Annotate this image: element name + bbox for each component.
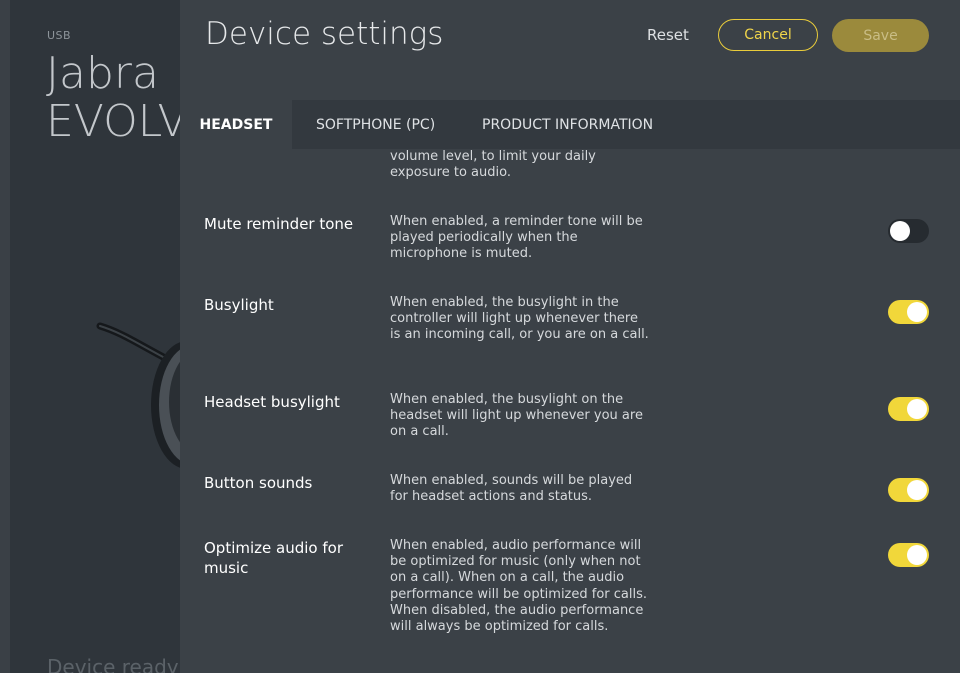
setting-description: When enabled, the busylight in the contr… <box>390 295 649 343</box>
save-button[interactable]: Save <box>832 19 929 52</box>
toggle-knob <box>907 399 927 419</box>
toggle-knob <box>907 302 927 322</box>
mute-reminder-tone-toggle[interactable] <box>888 219 929 243</box>
left-edge-strip <box>0 0 10 673</box>
settings-list[interactable]: volume level, to limit your daily exposu… <box>180 149 960 673</box>
setting-description: volume level, to limit your daily exposu… <box>390 149 596 181</box>
device-name-line-1: Jabra <box>46 48 159 99</box>
tab-softphone-pc[interactable]: SOFTPHONE (PC) <box>316 100 435 149</box>
device-settings-panel: Device settings Reset Cancel Save HEADSE… <box>180 0 960 673</box>
headset-busylight-toggle[interactable] <box>888 397 929 421</box>
page-title: Device settings <box>205 16 444 52</box>
cancel-button[interactable]: Cancel <box>718 19 818 51</box>
optimize-audio-for-music-toggle[interactable] <box>888 543 929 567</box>
setting-description: When enabled, audio performance will be … <box>390 538 648 635</box>
toggle-knob <box>907 480 927 500</box>
toggle-knob <box>890 221 910 241</box>
headset-controller-image <box>96 322 180 468</box>
setting-label: Mute reminder tone <box>204 215 354 233</box>
setting-description: When enabled, sounds will be played for … <box>390 473 633 505</box>
device-panel: USB Jabra EVOLVE Device ready <box>0 0 180 673</box>
setting-label: Optimize audio for music <box>204 539 343 577</box>
setting-label: Busylight <box>204 296 274 314</box>
panel-header: Device settings Reset Cancel Save <box>180 0 960 100</box>
busylight-toggle[interactable] <box>888 300 929 324</box>
setting-description: When enabled, a reminder tone will be pl… <box>390 214 643 262</box>
device-status-text: Device ready <box>47 655 179 673</box>
button-sounds-toggle[interactable] <box>888 478 929 502</box>
setting-label: Button sounds <box>204 474 313 492</box>
device-name-line-2: EVOLVE <box>46 96 180 147</box>
toggle-knob <box>907 545 927 565</box>
settings-tab-bar: HEADSET SOFTPHONE (PC) PRODUCT INFORMATI… <box>180 100 960 149</box>
tab-product-information[interactable]: PRODUCT INFORMATION <box>482 100 653 149</box>
setting-description: When enabled, the busylight on the heads… <box>390 392 643 440</box>
reset-button[interactable]: Reset <box>647 26 689 44</box>
tab-headset[interactable]: HEADSET <box>180 100 292 149</box>
setting-label: Headset busylight <box>204 393 340 411</box>
device-name: Jabra EVOLVE <box>46 50 180 146</box>
connection-type-label: USB <box>47 29 72 42</box>
